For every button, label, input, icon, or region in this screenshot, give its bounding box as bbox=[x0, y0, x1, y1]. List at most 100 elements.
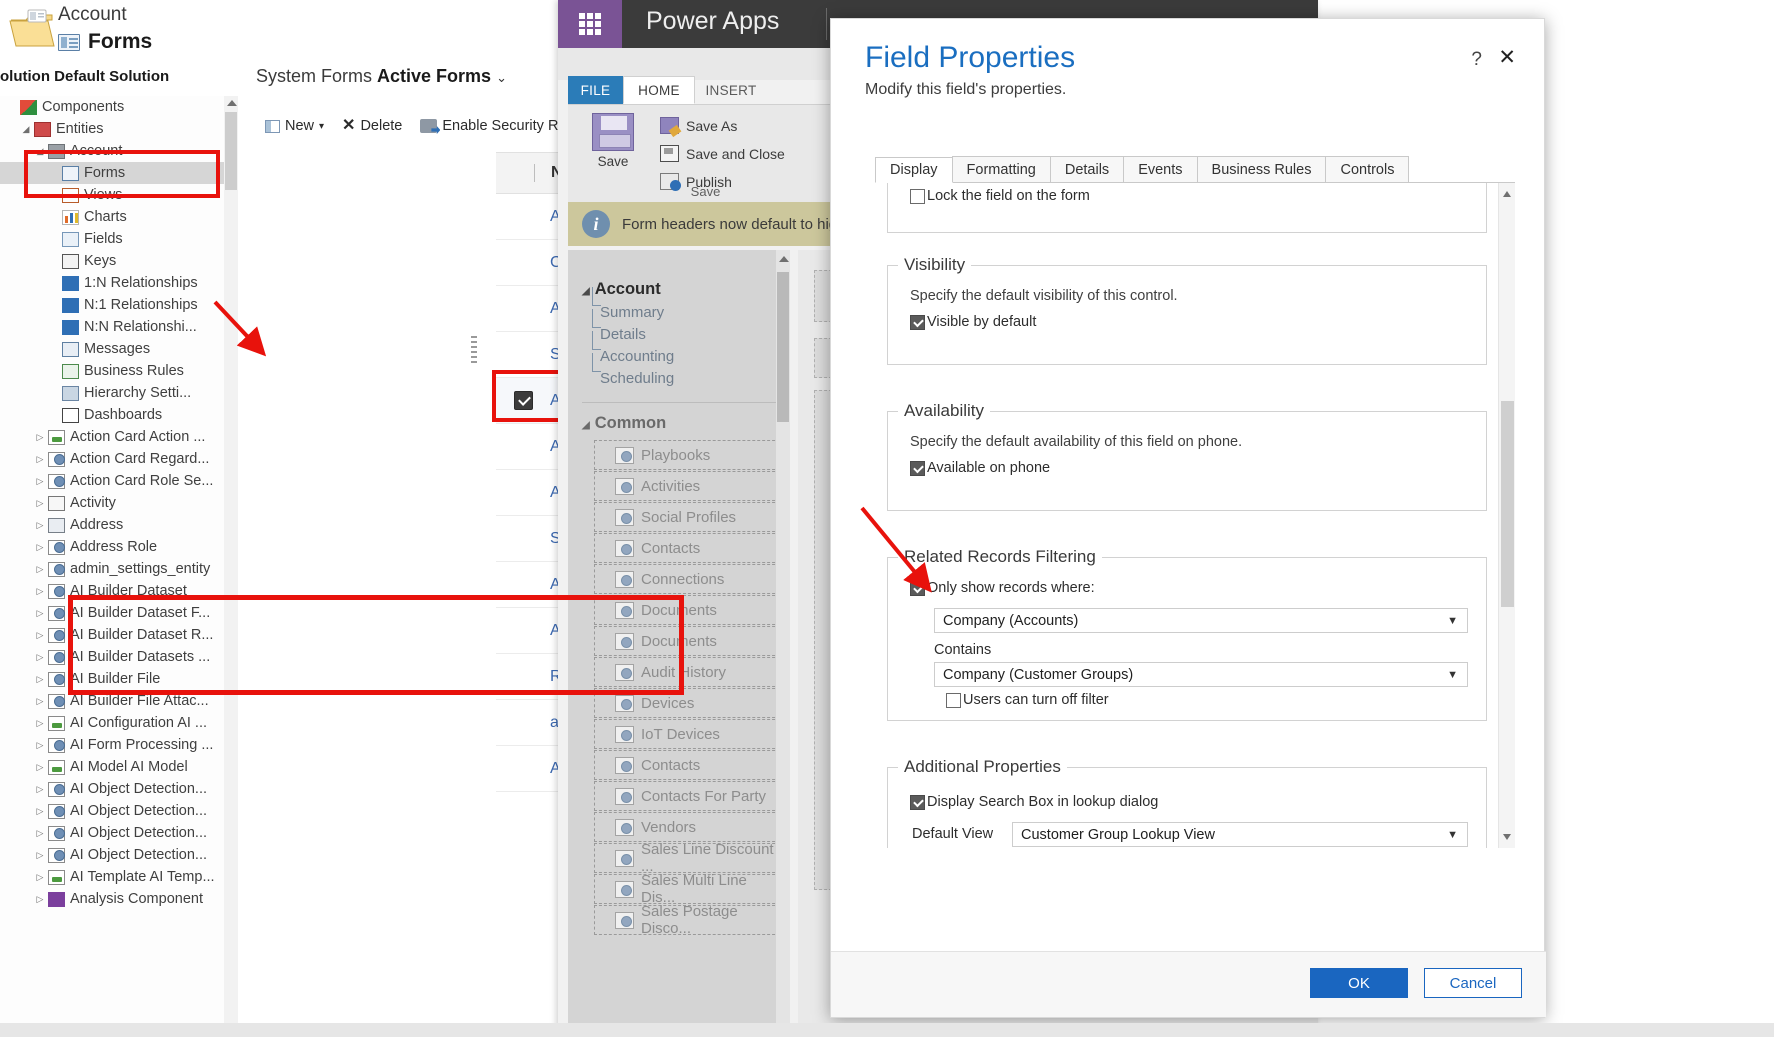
tab-insert[interactable]: INSERT bbox=[695, 76, 767, 104]
available-on-phone-row[interactable]: Available on phone bbox=[910, 460, 1050, 476]
tree-item-business-rules[interactable]: Business Rules bbox=[0, 360, 238, 382]
tree-item-ai-object-detection[interactable]: ▷ AI Object Detection... bbox=[0, 778, 238, 800]
nav-tab-details[interactable]: Details bbox=[600, 326, 646, 343]
target-field-dropdown[interactable]: Company (Customer Groups) ▼ bbox=[934, 662, 1468, 687]
scroll-up-arrow-icon[interactable] bbox=[227, 100, 237, 106]
chevron-down-icon[interactable]: ⌄ bbox=[496, 70, 507, 85]
scrollbar-thumb[interactable] bbox=[225, 112, 237, 190]
twisty-icon[interactable]: ▷ bbox=[32, 542, 48, 553]
users-turn-off-filter-row[interactable]: Users can turn off filter bbox=[946, 692, 1109, 708]
tree-item-ai-builder-dataset-f[interactable]: ▷ AI Builder Dataset F... bbox=[0, 602, 238, 624]
tree-item-analysis-component[interactable]: ▷ Analysis Component bbox=[0, 888, 238, 910]
nav-tab-summary[interactable]: Summary bbox=[600, 304, 664, 321]
twisty-icon[interactable]: ▷ bbox=[32, 498, 48, 509]
tree-item-messages[interactable]: Messages bbox=[0, 338, 238, 360]
nav-common-item[interactable]: Devices bbox=[594, 688, 780, 718]
dialog-scrollbar[interactable] bbox=[1498, 183, 1515, 848]
tab-formatting[interactable]: Formatting bbox=[951, 156, 1051, 182]
source-field-dropdown[interactable]: Company (Accounts) ▼ bbox=[934, 608, 1468, 633]
row-checkbox-checked[interactable] bbox=[513, 391, 533, 410]
twisty-icon[interactable]: ▷ bbox=[32, 828, 48, 839]
twisty-icon[interactable]: ▷ bbox=[32, 476, 48, 487]
tab-controls[interactable]: Controls bbox=[1325, 156, 1410, 182]
tree-item-n-1-relationships[interactable]: N:1 Relationships bbox=[0, 294, 238, 316]
nav-common-item[interactable]: Sales Multi Line Dis... bbox=[594, 872, 780, 906]
tree-item-ai-model-ai-model[interactable]: ▷ AI Model AI Model bbox=[0, 756, 238, 778]
nav-common-item[interactable]: Documents bbox=[594, 595, 780, 625]
tree-item-ai-object-detection[interactable]: ▷ AI Object Detection... bbox=[0, 844, 238, 866]
nav-common-item[interactable]: Sales Postage Disco... bbox=[594, 903, 780, 937]
twisty-icon[interactable]: ▷ bbox=[32, 608, 48, 619]
tree-item-action-card-role-se[interactable]: ▷ Action Card Role Se... bbox=[0, 470, 238, 492]
tree-item-ai-template-ai-temp[interactable]: ▷ AI Template AI Temp... bbox=[0, 866, 238, 888]
tree-item-ai-builder-dataset-r[interactable]: ▷ AI Builder Dataset R... bbox=[0, 624, 238, 646]
nav-common-item[interactable]: Connections bbox=[594, 564, 780, 594]
ok-button[interactable]: OK bbox=[1310, 968, 1408, 998]
twisty-icon[interactable]: ▷ bbox=[32, 784, 48, 795]
twisty-icon[interactable]: ▷ bbox=[32, 806, 48, 817]
tree-item-dashboards[interactable]: Dashboards bbox=[0, 404, 238, 426]
tree-item-admin-settings-entity[interactable]: ▷ admin_settings_entity bbox=[0, 558, 238, 580]
nav-common-item[interactable]: Vendors bbox=[594, 812, 780, 842]
tab-display[interactable]: Display bbox=[875, 157, 953, 183]
twisty-icon[interactable]: ▷ bbox=[32, 432, 48, 443]
twisty-icon[interactable]: ▷ bbox=[32, 586, 48, 597]
tree-item-ai-builder-dataset[interactable]: ▷ AI Builder Dataset bbox=[0, 580, 238, 602]
twisty-icon[interactable]: ◢ bbox=[32, 146, 48, 157]
cancel-button[interactable]: Cancel bbox=[1424, 968, 1522, 998]
nav-common-item[interactable]: IoT Devices bbox=[594, 719, 780, 749]
twisty-icon[interactable]: ▷ bbox=[32, 520, 48, 531]
only-show-records-checkbox[interactable] bbox=[910, 580, 925, 596]
tree-item-ai-builder-file-attac[interactable]: ▷ AI Builder File Attac... bbox=[0, 690, 238, 712]
tree-item-fields[interactable]: Fields bbox=[0, 228, 238, 250]
tree-item-charts[interactable]: Charts bbox=[0, 206, 238, 228]
close-icon[interactable]: ✕ bbox=[1498, 47, 1516, 68]
tree-item-address[interactable]: ▷ Address bbox=[0, 514, 238, 536]
save-button[interactable]: Save bbox=[582, 113, 644, 169]
tree-item-activity[interactable]: ▷ Activity bbox=[0, 492, 238, 514]
nav-common-item[interactable]: Documents bbox=[594, 626, 780, 656]
nav-common-item[interactable]: Contacts bbox=[594, 533, 780, 563]
tree-item-action-card-action[interactable]: ▷ Action Card Action ... bbox=[0, 426, 238, 448]
twisty-icon[interactable]: ▷ bbox=[32, 740, 48, 751]
tree-item-ai-builder-datasets[interactable]: ▷ AI Builder Datasets ... bbox=[0, 646, 238, 668]
tab-events[interactable]: Events bbox=[1123, 156, 1198, 182]
nav-common-item[interactable]: Audit History bbox=[594, 657, 780, 687]
nav-common-item[interactable]: Social Profiles bbox=[594, 502, 780, 532]
nav-common-item[interactable]: Playbooks bbox=[594, 440, 780, 470]
tree-item-ai-form-processing[interactable]: ▷ AI Form Processing ... bbox=[0, 734, 238, 756]
help-icon[interactable]: ? bbox=[1471, 49, 1482, 71]
twisty-icon[interactable]: ▷ bbox=[32, 652, 48, 663]
dialog-scroll-down-icon[interactable] bbox=[1503, 834, 1511, 840]
display-search-box-row[interactable]: Display Search Box in lookup dialog bbox=[910, 794, 1158, 810]
tree-item-ai-builder-file[interactable]: ▷ AI Builder File bbox=[0, 668, 238, 690]
default-view-dropdown[interactable]: Customer Group Lookup View ▼ bbox=[1012, 822, 1468, 847]
tree-item-n-n-relationshi[interactable]: N:N Relationshi... bbox=[0, 316, 238, 338]
twisty-icon[interactable]: ▷ bbox=[32, 674, 48, 685]
display-search-box-checkbox[interactable] bbox=[910, 794, 925, 810]
available-on-phone-checkbox[interactable] bbox=[910, 460, 925, 476]
tree-item-ai-configuration-ai[interactable]: ▷ AI Configuration AI ... bbox=[0, 712, 238, 734]
twisty-icon[interactable]: ▷ bbox=[32, 762, 48, 773]
nav-common-item[interactable]: Sales Line Discount ... bbox=[594, 841, 780, 875]
tree-item-action-card-regard[interactable]: ▷ Action Card Regard... bbox=[0, 448, 238, 470]
tree-item-keys[interactable]: Keys bbox=[0, 250, 238, 272]
tree-item-account[interactable]: ◢ Account bbox=[0, 140, 238, 162]
nav-scroll-up-icon[interactable] bbox=[779, 256, 789, 262]
tree-item-hierarchy-setti[interactable]: Hierarchy Setti... bbox=[0, 382, 238, 404]
tree-item-components[interactable]: Components bbox=[0, 96, 238, 118]
dialog-scrollbar-thumb[interactable] bbox=[1501, 401, 1514, 607]
nav-scrollbar[interactable] bbox=[776, 250, 790, 1037]
twisty-icon[interactable]: ▷ bbox=[32, 894, 48, 905]
tree-item-address-role[interactable]: ▷ Address Role bbox=[0, 536, 238, 558]
lock-field-checkbox[interactable] bbox=[910, 188, 925, 204]
save-as-button[interactable]: Save As bbox=[660, 117, 737, 134]
tree-item-entities[interactable]: ◢ Entities bbox=[0, 118, 238, 140]
nav-scrollbar-thumb[interactable] bbox=[777, 272, 789, 422]
twisty-icon[interactable]: ▷ bbox=[32, 872, 48, 883]
tab-details[interactable]: Details bbox=[1049, 156, 1125, 182]
app-launcher-icon[interactable] bbox=[558, 0, 622, 48]
lock-field-row[interactable]: Lock the field on the form bbox=[910, 188, 1090, 204]
twisty-icon[interactable]: ▷ bbox=[32, 718, 48, 729]
visible-by-default-checkbox[interactable] bbox=[910, 314, 925, 330]
